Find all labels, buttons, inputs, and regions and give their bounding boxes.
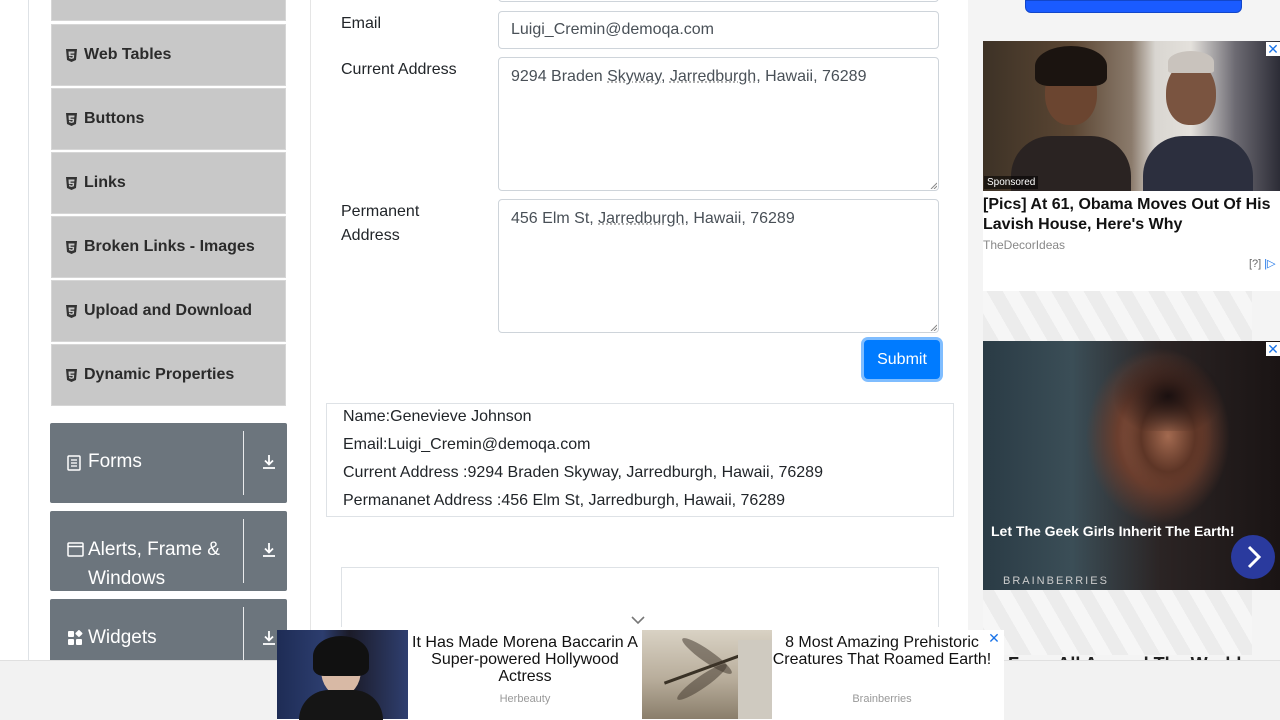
form-icon [67,455,81,476]
spellcheck-word: Skyway [607,68,662,85]
group-forms[interactable]: Forms [50,423,287,503]
sidebar-item-links[interactable]: Links [51,152,286,214]
sidebar-divider [310,0,311,720]
divider [243,431,244,495]
output-current-address: Current Address :9294 Braden Skyway, Jar… [343,464,823,481]
text-part: , [661,68,670,85]
ad-card-geek-girls[interactable]: Let The Geek Girls Inherit The Earth! BR… [983,341,1280,590]
download-icon[interactable] [260,453,278,476]
current-address-field[interactable]: 9294 Braden Skyway, Jarredburgh, Hawaii,… [498,57,939,191]
output-permanent-address: Permananet Address :456 Elm St, Jarredbu… [343,492,786,509]
ad-title[interactable]: It Has Made Morena Baccarin A Super-powe… [408,634,642,685]
html5-icon [66,48,77,62]
ad-info-text: [?] [1249,258,1262,270]
sidebar-item-buttons[interactable]: Buttons [51,88,286,150]
text-part: 9294 Braden [511,68,608,85]
sidebar-item-label: Links [84,174,126,191]
html5-icon [66,176,77,190]
sponsored-badge: Sponsored [984,176,1039,189]
sidebar-item-label: Broken Links - Images [84,238,255,255]
ad-source: TheDecorIdeas [983,238,1066,252]
divider [243,519,244,583]
widgets-icon [67,630,83,651]
sidebar-item-upload-download[interactable]: Upload and Download [51,280,286,342]
window-icon [67,542,84,562]
ad-info[interactable]: [?] |▷ [1249,257,1276,270]
download-icon[interactable] [260,541,278,564]
current-address-label: Current Address [341,61,457,78]
html5-icon [66,368,77,382]
group-label: Alerts, Frame & Windows [88,539,220,589]
next-arrow-icon[interactable] [1231,535,1275,579]
ad-image [983,41,1280,191]
name-field[interactable] [498,0,939,2]
adchoices-icon: |▷ [1264,258,1276,270]
close-icon[interactable]: ✕ [1266,342,1280,356]
group-alerts-frame-windows[interactable]: Alerts, Frame & Windows [50,511,287,591]
ad-title[interactable]: 8 Most Amazing Prehistoric Creatures Tha… [772,634,992,668]
chevron-down-icon[interactable] [630,612,646,630]
text-part: 456 Elm St, [511,210,599,227]
ad-top-button[interactable] [1025,0,1242,13]
spellcheck-word: Jarredburgh [598,210,685,227]
sidebar-item-web-tables[interactable]: Web Tables [51,24,286,86]
output-name: Name:Genevieve Johnson [343,408,532,425]
close-icon[interactable]: ✕ [1266,42,1280,56]
ad-card-obama[interactable]: Sponsored [Pics] At 61, Obama Moves Out … [983,41,1280,291]
ad-source: BRAINBERRIES [1003,575,1109,587]
submit-button[interactable]: Submit [864,340,940,379]
close-icon[interactable]: ✕ [987,631,1001,645]
output-box: Name:Genevieve Johnson Email:Luigi_Cremi… [326,403,954,517]
sidebar-item-label: Web Tables [84,46,172,63]
resize-handle-icon[interactable] [929,323,937,331]
html5-icon [66,112,77,126]
group-label: Widgets [88,627,157,648]
email-field[interactable]: Luigi_Cremin@demoqa.com [498,11,939,49]
permanent-address-field[interactable]: 456 Elm St, Jarredburgh, Hawaii, 76289 [498,199,939,333]
sidebar-item-label: Buttons [84,110,145,127]
html5-icon [66,304,77,318]
html5-icon [66,240,77,254]
sidebar-item-label: Upload and Download [84,302,252,319]
download-icon[interactable] [260,629,278,652]
sidebar-item-broken-links[interactable]: Broken Links - Images [51,216,286,278]
sidebar-item-dynamic-properties[interactable]: Dynamic Properties [51,344,286,406]
ad-title[interactable]: Let The Geek Girls Inherit The Earth! [991,523,1235,539]
ad-image [642,630,772,719]
email-value: Luigi_Cremin@demoqa.com [511,21,714,38]
text-part: , Hawaii, 76289 [756,68,867,85]
ad-source: Brainberries [852,693,912,705]
sidebar-item-partial[interactable] [51,0,286,21]
ad-image [277,630,408,720]
text-part: , Hawaii, 76289 [684,210,795,227]
bottom-ad[interactable]: It Has Made Morena Baccarin A Super-powe… [277,618,1004,720]
permanent-address-label-line2: Address [341,227,400,244]
ad-top-tab [392,618,767,630]
resize-handle-icon[interactable] [929,181,937,189]
left-divider [28,0,29,660]
sidebar-item-label: Dynamic Properties [84,366,235,383]
ad-source: Herbeauty [499,693,551,705]
group-label: Forms [88,451,142,472]
output-email: Email:Luigi_Cremin@demoqa.com [343,436,591,453]
ad-pattern [983,590,1252,655]
ad-title[interactable]: [Pics] At 61, Obama Moves Out Of His Lav… [983,195,1280,235]
ad-pattern [983,291,1252,341]
permanent-address-label-line1: Permanent [341,203,420,220]
email-label: Email [341,15,382,32]
spellcheck-word: Jarredburgh [669,68,757,85]
page: Web Tables Buttons Links Broken Links - … [0,0,1280,720]
